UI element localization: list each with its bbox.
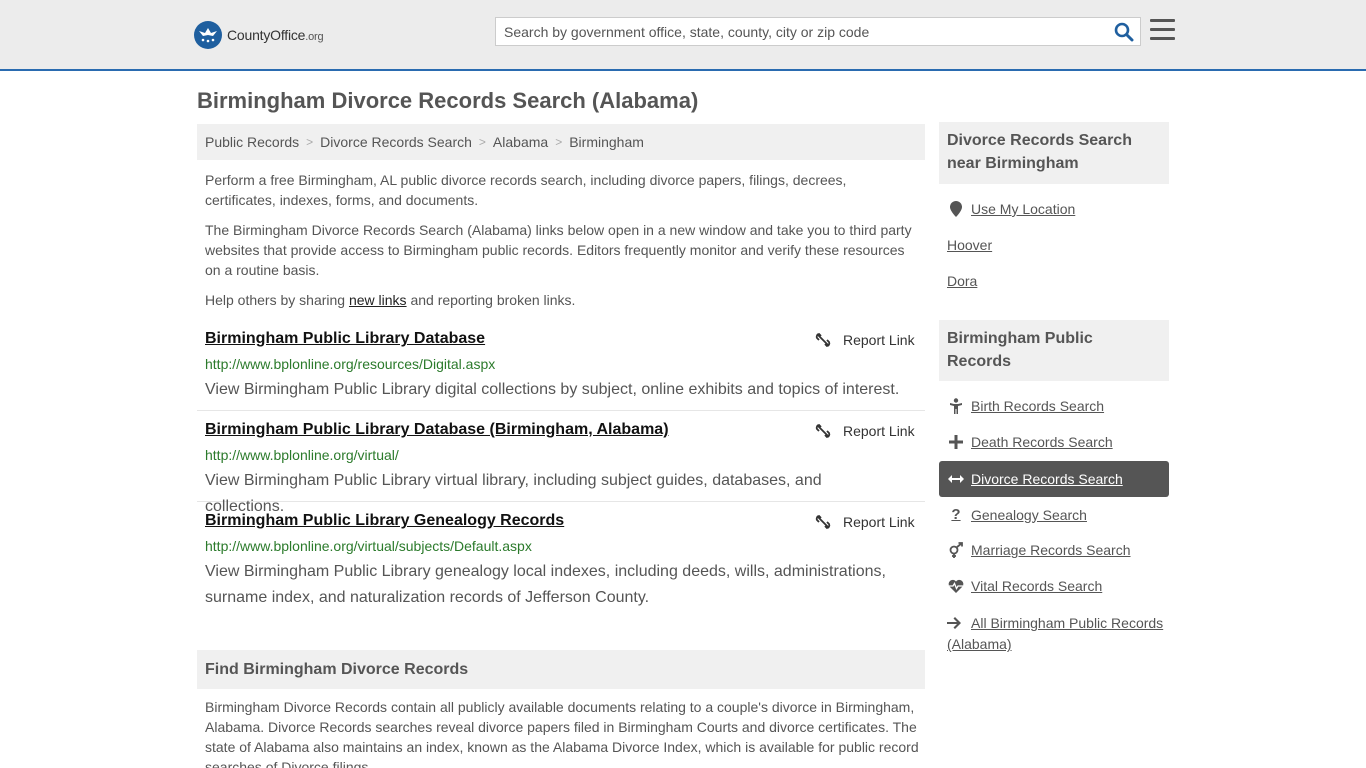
sidebar-item-label: Death Records Search — [971, 434, 1113, 450]
result-url[interactable]: http://www.bplonline.org/resources/Digit… — [205, 356, 495, 372]
intro-paragraph-1: Perform a free Birmingham, AL public div… — [205, 172, 847, 208]
child-icon — [947, 398, 965, 414]
result-title-link[interactable]: Birmingham Public Library Database (Birm… — [205, 421, 669, 439]
report-link-button[interactable]: Report Link — [815, 423, 915, 439]
report-link-button[interactable]: Report Link — [815, 514, 915, 530]
search-icon[interactable] — [1114, 22, 1134, 42]
sidebar-item-divorce-records[interactable]: Divorce Records Search — [939, 461, 1169, 497]
logo-text: CountyOffice.org — [227, 27, 324, 43]
result-url[interactable]: http://www.bplonline.org/virtual/ — [205, 447, 399, 463]
intro-report-text: and reporting broken links. — [406, 292, 576, 308]
nearby-heading: Divorce Records Search near Birmingham — [939, 122, 1169, 184]
broken-link-icon — [815, 333, 831, 347]
result-description: View Birmingham Public Library digital c… — [205, 381, 900, 398]
result-item: Birmingham Public Library Database Repor… — [197, 330, 925, 411]
hamburger-menu-icon[interactable] — [1150, 19, 1175, 43]
result-item: Birmingham Public Library Database (Birm… — [197, 421, 925, 515]
result-title-link[interactable]: Birmingham Public Library Database — [205, 330, 485, 348]
breadcrumb-birmingham[interactable]: Birmingham — [569, 134, 644, 150]
sidebar-item-label: Genealogy Search — [971, 506, 1087, 523]
find-records-heading: Find Birmingham Divorce Records — [197, 650, 925, 689]
intro-share-text: Help others by sharing — [205, 292, 349, 308]
report-link-label: Report Link — [843, 332, 915, 348]
report-link-button[interactable]: Report Link — [815, 332, 915, 348]
intro-paragraph-3: Help others by sharing new links and rep… — [205, 290, 917, 310]
use-my-location-label: Use My Location — [971, 201, 1076, 217]
logo-tld: .org — [305, 31, 324, 43]
broken-link-icon — [815, 424, 831, 438]
search-box — [495, 17, 1141, 46]
arrows-icon — [947, 474, 965, 484]
result-item: Birmingham Public Library Genealogy Reco… — [197, 512, 925, 612]
map-marker-icon — [947, 201, 965, 217]
broken-link-icon — [815, 515, 831, 529]
find-records-body: Birmingham Divorce Records contain all p… — [205, 699, 919, 768]
breadcrumb-separator: > — [478, 135, 486, 149]
venus-mars-icon — [947, 542, 965, 558]
result-description: View Birmingham Public Library genealogy… — [205, 563, 886, 606]
breadcrumb-public-records[interactable]: Public Records — [205, 134, 299, 150]
public-records-heading: Birmingham Public Records — [939, 320, 1169, 381]
sidebar-item-death-records[interactable]: Death Records Search — [947, 434, 1113, 450]
breadcrumb-separator: > — [555, 135, 563, 149]
search-input[interactable] — [496, 18, 1106, 45]
sidebar-item-all-public-records[interactable]: All Birmingham Public Records (Alabama) — [947, 613, 1169, 654]
sidebar-item-birth-records[interactable]: Birth Records Search — [947, 398, 1104, 414]
site-header: CountyOffice.org — [0, 0, 1366, 71]
breadcrumb: Public Records > Divorce Records Search … — [197, 124, 925, 160]
site-logo[interactable]: CountyOffice.org — [194, 20, 324, 50]
use-my-location-link[interactable]: Use My Location — [947, 201, 1075, 217]
cross-icon — [947, 435, 965, 449]
nearby-link-hoover[interactable]: Hoover — [947, 237, 992, 253]
result-url[interactable]: http://www.bplonline.org/virtual/subject… — [205, 538, 532, 554]
result-title-link[interactable]: Birmingham Public Library Genealogy Reco… — [205, 512, 564, 530]
logo-brand: CountyOffice — [227, 27, 306, 43]
logo-badge-icon — [194, 21, 222, 49]
sidebar-item-vital-records[interactable]: Vital Records Search — [947, 578, 1102, 594]
page-title: Birmingham Divorce Records Search (Alaba… — [197, 88, 699, 113]
breadcrumb-separator: > — [306, 135, 314, 149]
heartbeat-icon — [947, 579, 965, 593]
intro-paragraph-2: The Birmingham Divorce Records Search (A… — [205, 222, 912, 278]
new-links-link[interactable]: new links — [349, 292, 407, 308]
sidebar-item-genealogy[interactable]: ? Genealogy Search — [947, 506, 1087, 523]
report-link-label: Report Link — [843, 514, 915, 530]
all-public-records-label: All Birmingham Public Records (Alabama) — [947, 615, 1164, 653]
question-icon: ? — [951, 506, 961, 523]
arrow-right-icon — [947, 614, 965, 634]
breadcrumb-divorce-records[interactable]: Divorce Records Search — [320, 134, 472, 150]
report-link-label: Report Link — [843, 423, 915, 439]
sidebar-item-marriage-records[interactable]: Marriage Records Search — [947, 542, 1131, 558]
sidebar-item-label: Birth Records Search — [971, 398, 1105, 414]
nearby-link-dora[interactable]: Dora — [947, 273, 977, 289]
breadcrumb-alabama[interactable]: Alabama — [493, 134, 548, 150]
sidebar-item-label: Vital Records Search — [971, 578, 1103, 594]
sidebar-item-label: Divorce Records Search — [971, 471, 1123, 487]
sidebar-item-label: Marriage Records Search — [971, 542, 1131, 558]
